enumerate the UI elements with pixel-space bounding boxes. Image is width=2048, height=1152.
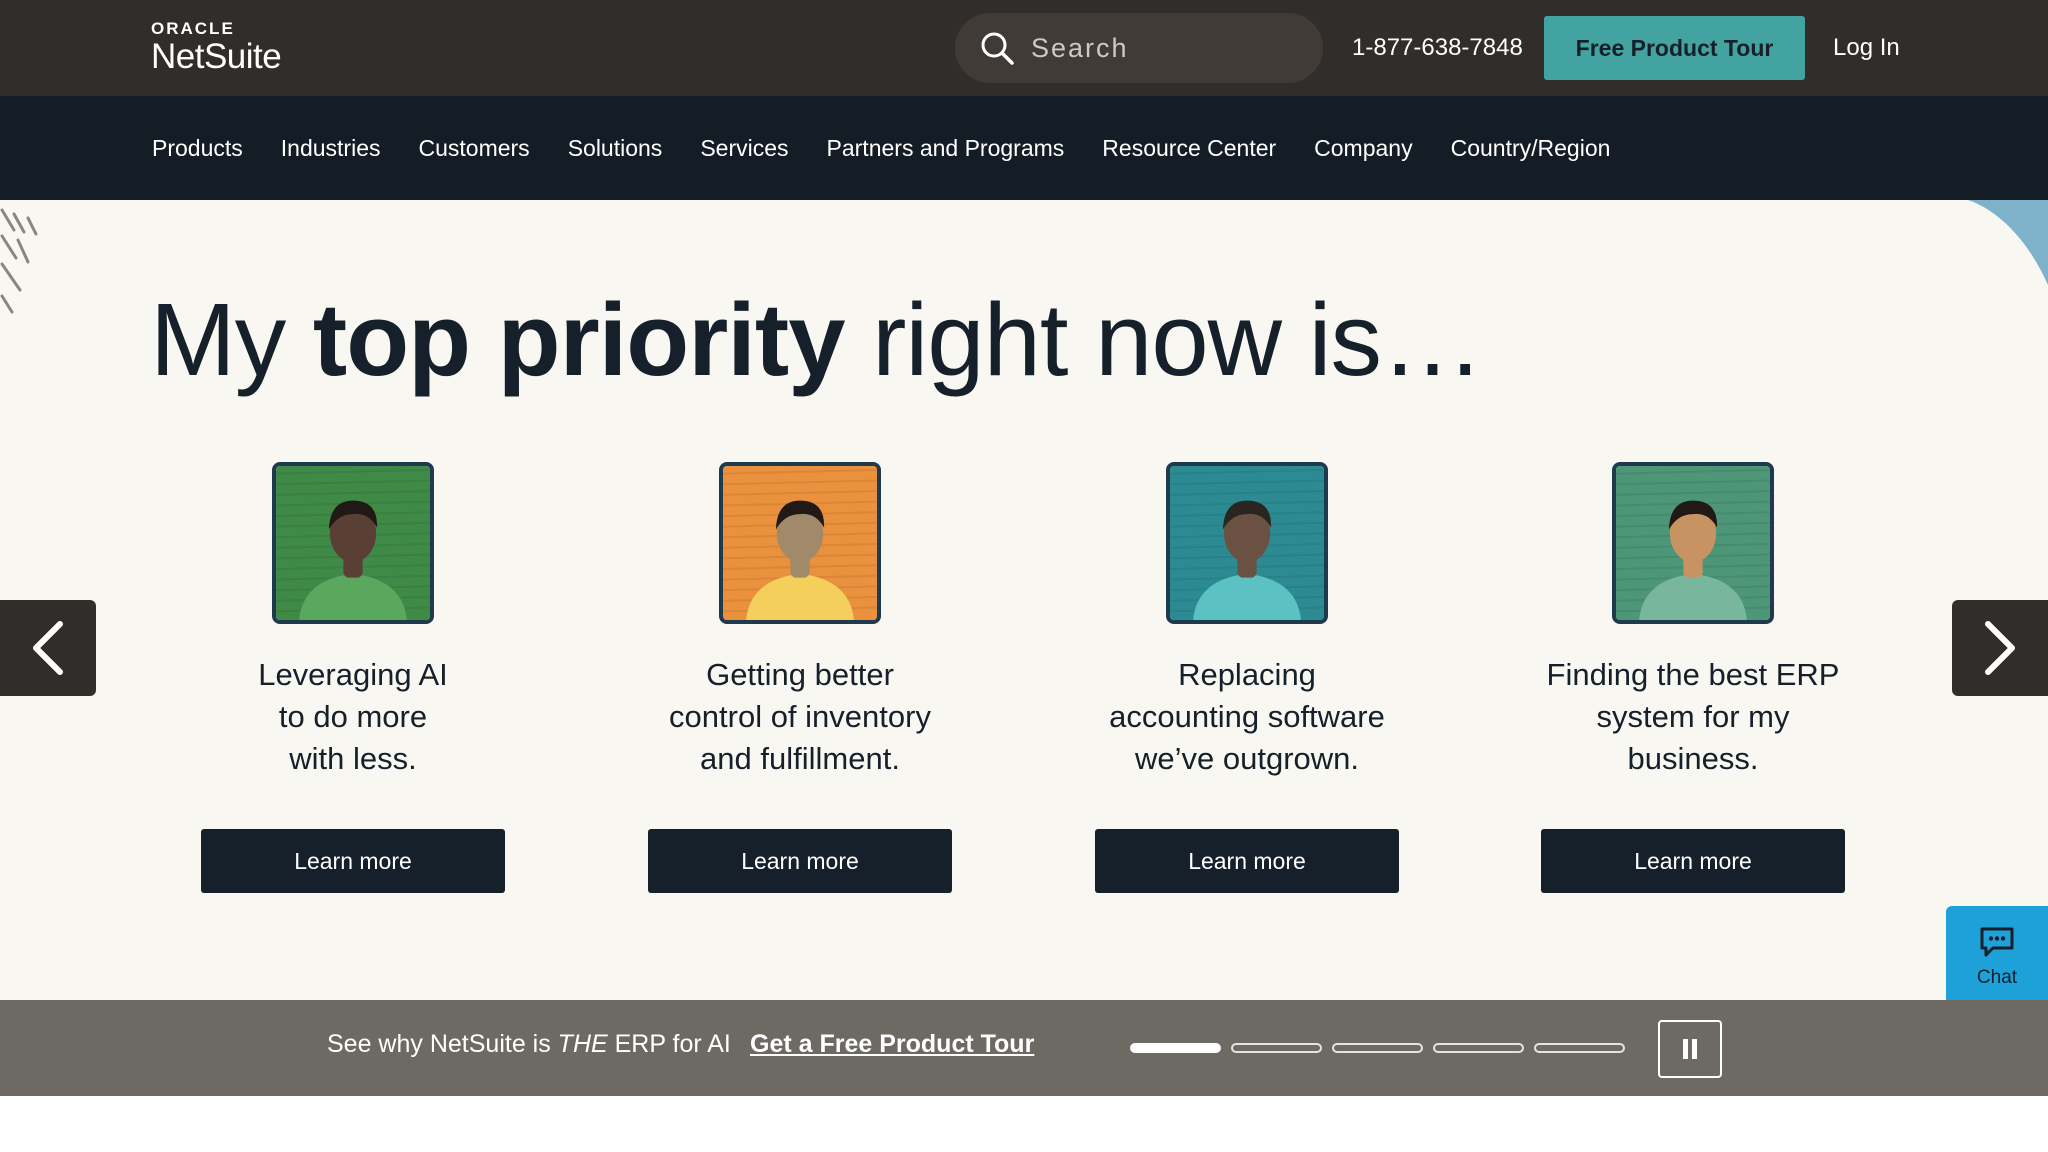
nav-item-resource-center[interactable]: Resource Center	[1102, 135, 1276, 162]
priority-card-accounting: Replacing accounting software we’ve outg…	[1087, 462, 1407, 780]
chat-label: Chat	[1976, 967, 2018, 988]
caption-line: with less.	[289, 741, 417, 776]
carousel-prev-button[interactable]	[0, 600, 96, 696]
caption-line: control of inventory	[669, 699, 931, 734]
card-caption: Getting better control of inventory and …	[640, 654, 960, 780]
main-nav: Products Industries Customers Solutions …	[0, 96, 2048, 200]
caption-line: to do more	[278, 699, 428, 734]
promo-text-end: ERP for AI	[607, 1030, 731, 1058]
promo-text-start: See why NetSuite is	[327, 1030, 558, 1058]
hero-carousel: My top priority right now is… Leveraging…	[0, 200, 2048, 1000]
card-caption: Leveraging AI to do more with less.	[193, 654, 513, 780]
logo-oracle-text: ORACLE	[151, 19, 235, 38]
logo-netsuite-text: NetSuite	[151, 37, 282, 76]
caption-line: we’ve outgrown.	[1134, 741, 1359, 776]
learn-more-button-accounting[interactable]: Learn more	[1095, 829, 1399, 893]
caption-line: Finding the best ERP	[1546, 657, 1840, 692]
person-portrait-icon[interactable]	[1612, 462, 1774, 624]
slide-indicator[interactable]	[1332, 1043, 1423, 1053]
phone-number[interactable]: 1-877-638-7848	[1352, 31, 1523, 65]
chat-button[interactable]: Chat	[1946, 906, 2048, 1000]
nav-item-services[interactable]: Services	[700, 135, 788, 162]
login-link[interactable]: Log In	[1833, 31, 1900, 65]
caption-line: accounting software	[1109, 699, 1385, 734]
promo-text: See why NetSuite is THE ERP for AI	[327, 1030, 731, 1059]
caption-line: and fulfillment.	[700, 741, 900, 776]
learn-more-button-inventory[interactable]: Learn more	[648, 829, 952, 893]
caption-line: Replacing	[1178, 657, 1316, 692]
chevron-left-icon	[33, 621, 63, 675]
nav-item-industries[interactable]: Industries	[281, 135, 381, 162]
caption-line: business.	[1627, 741, 1759, 776]
learn-more-button-ai[interactable]: Learn more	[201, 829, 505, 893]
chevron-right-icon	[1985, 621, 2015, 675]
caption-line: Getting better	[706, 657, 894, 692]
slide-indicator[interactable]	[1231, 1043, 1322, 1053]
carousel-next-button[interactable]	[1952, 600, 2048, 696]
nav-item-customers[interactable]: Customers	[418, 135, 529, 162]
carousel-pagination	[1130, 1043, 1625, 1053]
nav-item-country-region[interactable]: Country/Region	[1451, 135, 1611, 162]
card-caption: Finding the best ERP system for my busin…	[1533, 654, 1853, 780]
top-bar: ORACLE NetSuite 1-877-638-7848 Free Prod…	[0, 0, 2048, 96]
caption-line: system for my	[1596, 699, 1790, 734]
carousel-pause-button[interactable]	[1658, 1020, 1722, 1078]
search-box[interactable]	[955, 13, 1323, 83]
promo-text-italic: THE	[557, 1030, 608, 1058]
person-portrait-icon[interactable]	[719, 462, 881, 624]
nav-item-company[interactable]: Company	[1314, 135, 1412, 162]
priority-card-ai: Leveraging AI to do more with less.	[193, 462, 513, 780]
person-portrait-icon[interactable]	[272, 462, 434, 624]
headline-start: My	[150, 282, 313, 397]
free-product-tour-button[interactable]: Free Product Tour	[1544, 16, 1805, 80]
search-input[interactable]	[1031, 32, 1291, 64]
nav-item-partners-and-programs[interactable]: Partners and Programs	[827, 135, 1065, 162]
priority-card-inventory: Getting better control of inventory and …	[640, 462, 960, 780]
decorative-swoosh	[1968, 200, 2048, 285]
pause-icon	[1683, 1039, 1697, 1059]
learn-more-button-erp[interactable]: Learn more	[1541, 829, 1845, 893]
free-product-tour-link[interactable]: Get a Free Product Tour	[750, 1030, 1034, 1059]
card-caption: Replacing accounting software we’ve outg…	[1087, 654, 1407, 780]
caption-line: Leveraging AI	[258, 657, 448, 692]
hero-headline: My top priority right now is…	[150, 270, 1484, 410]
headline-end: right now is…	[844, 282, 1484, 397]
nav-item-solutions[interactable]: Solutions	[568, 135, 663, 162]
promo-bar: See why NetSuite is THE ERP for AI Get a…	[0, 1000, 2048, 1096]
slide-indicator[interactable]	[1433, 1043, 1524, 1053]
priority-card-erp: Finding the best ERP system for my busin…	[1533, 462, 1853, 780]
nav-item-products[interactable]: Products	[152, 135, 243, 162]
chat-bubble-icon	[1980, 927, 2014, 957]
netsuite-logo[interactable]: ORACLE NetSuite	[151, 19, 282, 76]
headline-bold: top priority	[312, 282, 846, 397]
person-portrait-icon[interactable]	[1166, 462, 1328, 624]
search-icon	[981, 32, 1014, 65]
decorative-hatch	[0, 208, 38, 314]
slide-indicator[interactable]	[1130, 1043, 1221, 1053]
slide-indicator[interactable]	[1534, 1043, 1625, 1053]
